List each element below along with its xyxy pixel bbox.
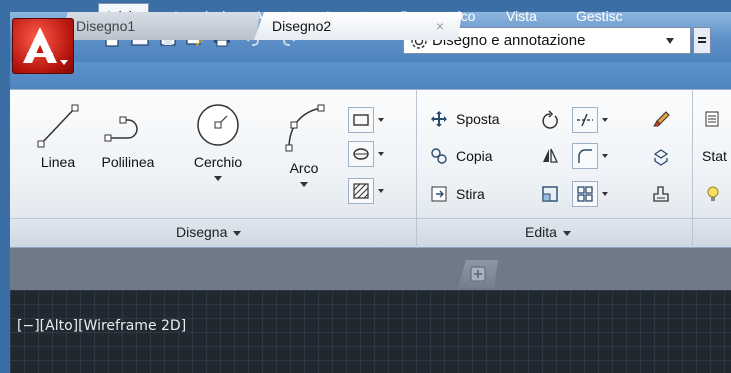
copia-button[interactable]: Copia (426, 143, 493, 169)
chevron-down-icon[interactable] (374, 141, 388, 167)
chevron-down-icon[interactable] (598, 143, 612, 169)
layer-on-button[interactable] (700, 181, 726, 207)
copy-icon (426, 143, 452, 169)
tab-gestisci[interactable]: Gestisc (568, 4, 631, 28)
mirror-icon (537, 143, 563, 169)
close-icon[interactable]: × (436, 12, 444, 40)
panel-divider (416, 89, 417, 248)
sposta-button[interactable]: Sposta (426, 106, 500, 132)
layer-state-button[interactable]: Stat (700, 143, 727, 169)
linea-label: Linea (40, 154, 76, 170)
ribbon-panel-footer (10, 218, 731, 248)
stretch-icon (426, 181, 452, 207)
polilinea-button[interactable]: Polilinea (92, 100, 164, 170)
linea-button[interactable]: Linea (30, 100, 86, 170)
tab-vista[interactable]: Vista (498, 4, 545, 28)
rotate-icon (537, 107, 563, 133)
panel-title-edita[interactable]: Edita (525, 224, 571, 240)
document-tab-bar (10, 248, 731, 290)
offset-button[interactable] (648, 181, 674, 207)
polilinea-label: Polilinea (101, 154, 155, 170)
autocad-logo-icon (23, 27, 57, 63)
chevron-down-icon (214, 176, 222, 181)
arco-label: Arco (289, 160, 319, 176)
rotate-button[interactable] (537, 107, 563, 133)
chevron-down-icon[interactable] (598, 181, 612, 207)
eraser-icon (648, 107, 674, 133)
hatch-circle-button[interactable] (348, 141, 388, 167)
hatch-icon (348, 178, 374, 204)
stira-label: Stira (456, 186, 485, 202)
ribbon-tabs (10, 62, 731, 90)
chevron-down-icon (300, 182, 308, 187)
hatch-button[interactable] (348, 178, 388, 204)
fillet-button[interactable] (572, 143, 612, 169)
panel-title-disegna[interactable]: Disegna (176, 224, 242, 240)
chevron-down-icon[interactable] (374, 178, 388, 204)
layer-state-label: Stat (702, 148, 727, 164)
workspace-label: Disegno e annotazione (432, 32, 586, 49)
explode-button[interactable] (648, 143, 674, 169)
rectangle-button[interactable] (348, 107, 388, 133)
array-icon (572, 181, 598, 207)
rectangle-icon (348, 107, 374, 133)
customize-toolbar-button[interactable] (693, 27, 711, 54)
panel-divider (692, 89, 693, 248)
chevron-down-icon (562, 230, 571, 236)
scale-button[interactable] (537, 181, 563, 207)
arc-icon (285, 104, 325, 152)
fillet-icon (572, 143, 598, 169)
chevron-down-icon[interactable] (374, 107, 388, 133)
viewport-controls[interactable]: [−][Alto][Wireframe 2D] (17, 318, 186, 334)
copia-label: Copia (456, 148, 493, 164)
layer-properties-button[interactable] (700, 106, 726, 132)
arco-button[interactable]: Arco (276, 100, 332, 187)
stira-button[interactable]: Stira (426, 181, 485, 207)
application-menu-button[interactable] (12, 18, 74, 74)
cerchio-label: Cerchio (193, 154, 243, 170)
polyline-icon (104, 116, 138, 142)
move-icon (426, 106, 452, 132)
trim-button[interactable] (572, 107, 612, 133)
mirror-button[interactable] (537, 143, 563, 169)
scale-icon (537, 181, 563, 207)
chevron-down-icon[interactable] (598, 107, 612, 133)
erase-button[interactable] (648, 107, 674, 133)
doc-tab-label: Disegno1 (76, 18, 136, 34)
layer-properties-icon (700, 106, 726, 132)
doc-tab-disegno2[interactable]: Disegno2 × (254, 12, 462, 40)
line-icon (37, 104, 79, 148)
circle-icon (197, 104, 239, 146)
chevron-down-icon (666, 37, 674, 44)
array-button[interactable] (572, 181, 612, 207)
lightbulb-icon (700, 181, 726, 207)
doc-tab-label: Disegno2 (272, 18, 332, 34)
chevron-down-icon (233, 230, 242, 236)
chevron-down-icon (60, 60, 68, 65)
offset-icon (648, 181, 674, 207)
trim-icon (572, 107, 598, 133)
ellipse-icon (348, 141, 374, 167)
doc-tab-disegno1[interactable]: Disegno1 (58, 12, 260, 40)
explode-icon (648, 143, 674, 169)
sposta-label: Sposta (456, 111, 500, 127)
cerchio-button[interactable]: Cerchio (182, 100, 254, 181)
